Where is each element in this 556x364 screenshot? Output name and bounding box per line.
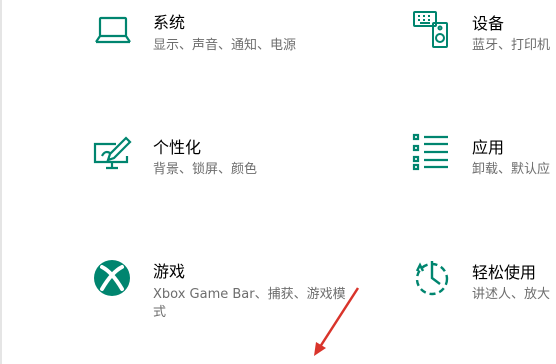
tile-description: 背景、锁屏、颜色 — [153, 162, 258, 177]
window-left-border — [0, 0, 2, 364]
ease-of-access-icon — [411, 258, 451, 298]
tile-description: 显示、声音、通知、电源 — [153, 38, 297, 53]
annotation-arrow-icon — [314, 287, 360, 356]
monitor-pen-icon — [92, 134, 132, 174]
xbox-icon — [92, 258, 132, 298]
laptop-icon — [93, 10, 133, 50]
tile-title: 轻松使用 — [472, 263, 537, 282]
tile-description: 蓝牙、打印机 — [472, 38, 551, 53]
settings-tile-personalization[interactable]: 个性化 背景、锁屏、颜色 — [88, 130, 328, 190]
settings-tile-system[interactable]: 系统 显示、声音、通知、电源 — [88, 5, 328, 65]
tile-title: 系统 — [153, 13, 186, 32]
list-icon — [411, 132, 451, 172]
tile-description: 讲述人、放大 — [472, 287, 551, 302]
tile-title: 游戏 — [153, 262, 186, 281]
keyboard-speaker-icon — [411, 9, 451, 49]
tile-title: 设备 — [472, 14, 505, 33]
tile-title: 应用 — [472, 138, 505, 157]
settings-tile-apps[interactable]: 应用 卸载、默认应 — [407, 130, 556, 190]
tile-title: 个性化 — [153, 138, 202, 157]
tile-description: 卸载、默认应 — [472, 162, 551, 177]
settings-tile-ease-of-access[interactable]: 轻松使用 讲述人、放大 — [407, 255, 556, 315]
settings-tile-devices[interactable]: 设备 蓝牙、打印机 — [407, 5, 556, 65]
